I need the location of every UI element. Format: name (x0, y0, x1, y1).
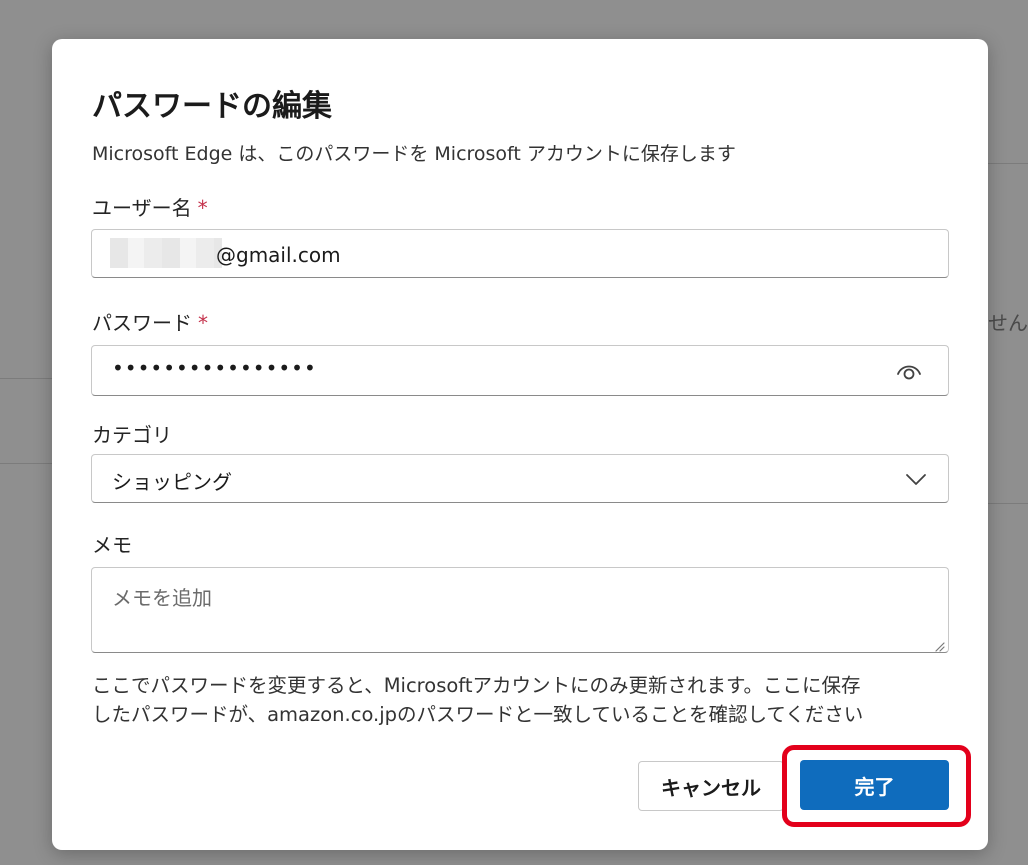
username-label-text: ユーザー名 (92, 196, 192, 220)
background-divider (0, 463, 52, 464)
background-partial-text: せん (988, 311, 1028, 335)
dialog-title: パスワードの編集 (92, 89, 332, 124)
username-field[interactable]: @gmail.com (91, 229, 949, 278)
edit-password-dialog: パスワードの編集 Microsoft Edge は、このパスワードを Micro… (52, 39, 988, 850)
required-mark: * (198, 311, 208, 335)
password-field[interactable]: •••••••••••••••• (91, 345, 949, 396)
notes-textarea[interactable]: メモを追加 (91, 567, 949, 653)
highlight-frame (782, 745, 971, 827)
info-line-1: ここでパスワードを変更すると、Microsoftアカウントにのみ更新されます。こ… (92, 674, 861, 697)
cancel-button[interactable]: キャンセル (638, 761, 784, 811)
password-label: パスワード * (92, 307, 208, 336)
eye-icon[interactable] (896, 360, 922, 382)
username-value: @gmail.com (216, 243, 341, 267)
notes-placeholder: メモを追加 (112, 586, 212, 610)
background-divider (988, 503, 1028, 504)
resize-handle-icon[interactable] (933, 637, 945, 652)
required-mark: * (197, 196, 208, 220)
password-value: •••••••••••••••• (112, 356, 317, 380)
info-text: ここでパスワードを変更すると、Microsoftアカウントにのみ更新されます。こ… (92, 671, 952, 729)
chevron-down-icon (904, 469, 928, 489)
redacted-username (110, 238, 222, 268)
username-label: ユーザー名 * (92, 192, 208, 221)
background-divider (0, 378, 52, 379)
password-label-text: パスワード (92, 311, 192, 335)
category-label: カテゴリ (92, 423, 172, 447)
category-select[interactable]: ショッピング (91, 454, 949, 503)
category-selected-value: ショッピング (112, 470, 232, 494)
dialog-subtitle: Microsoft Edge は、このパスワードを Microsoft アカウン… (92, 143, 736, 165)
notes-label: メモ (92, 533, 132, 557)
info-line-2: したパスワードが、amazon.co.jpのパスワードと一致していることを確認し… (92, 703, 864, 726)
background-divider (988, 163, 1028, 164)
